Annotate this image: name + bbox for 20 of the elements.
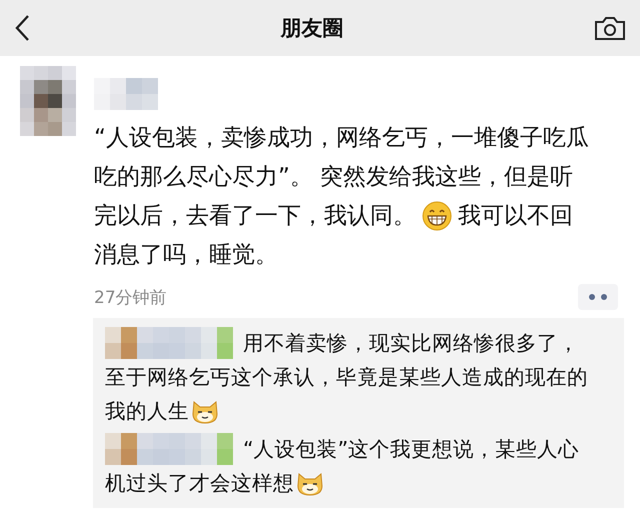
comment-text-line: 我的人生 — [105, 398, 189, 425]
post-text-line: 消息了吗，睡觉。 — [94, 241, 278, 270]
dog-face-icon — [296, 470, 324, 496]
pixelated-avatar — [20, 66, 76, 136]
pixelated-name — [94, 78, 158, 110]
camera-icon[interactable] — [594, 15, 626, 41]
comment-text-line: 用不着卖惨，现实比网络惨很多了， — [243, 330, 579, 357]
more-button[interactable] — [578, 284, 618, 310]
dog-face-icon — [191, 398, 219, 424]
post-time: 27分钟前 — [94, 286, 167, 308]
page-title: 朋友圈 — [280, 15, 344, 42]
back-icon[interactable] — [14, 14, 30, 42]
post-text-line: “人设包装，卖惨成功，网络乞丐，一堆傻子吃瓜 — [94, 124, 589, 153]
post-text-line: 完以后，去看了一下，我认同。 — [94, 202, 416, 231]
comment-text-line: 至于网络乞丐这个承认，毕竟是某些人造成的现在的 — [105, 364, 588, 391]
comment-text-line: 机过头了才会这样想 — [105, 470, 294, 497]
post-text-line: 我可以不回 — [458, 202, 573, 231]
post-text-line: 吃的那么尽心尽力”。 突然发给我这些，但是听 — [94, 163, 574, 192]
grinning-face-icon — [422, 200, 452, 230]
comment-text-line: “人设包装”这个我更想说，某些人心 — [243, 436, 580, 463]
